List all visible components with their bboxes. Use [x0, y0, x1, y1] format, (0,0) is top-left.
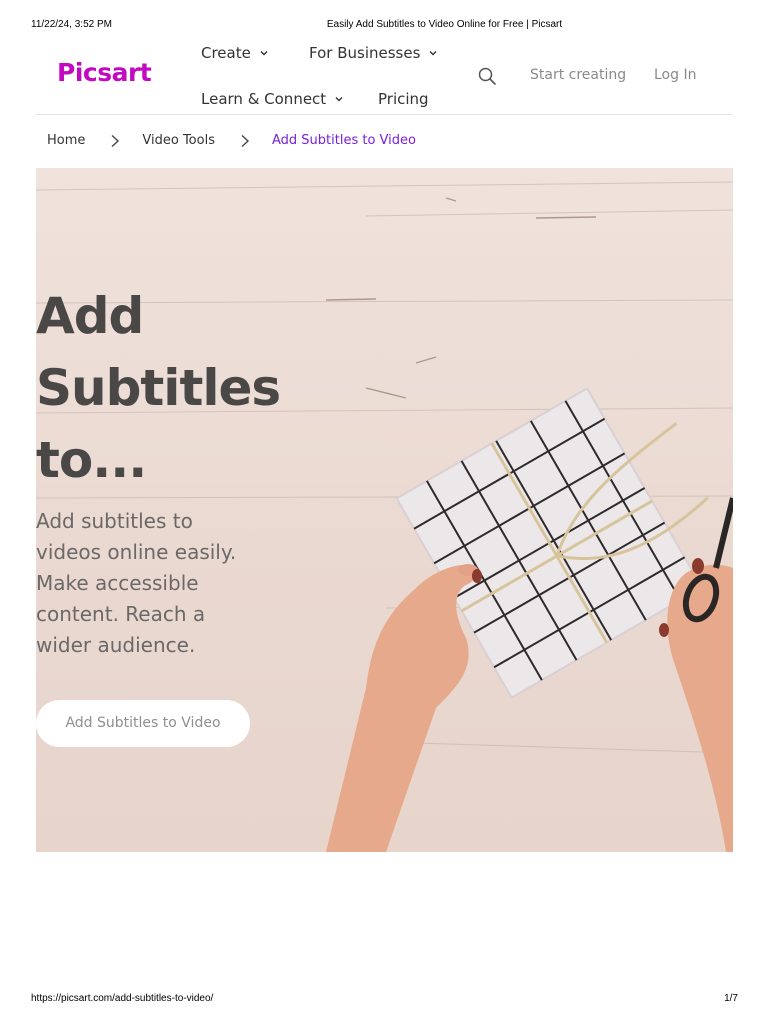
breadcrumb-video-tools[interactable]: Video Tools — [142, 133, 215, 148]
chevron-down-icon — [260, 51, 268, 56]
nav-learn-connect-label: Learn & Connect — [201, 90, 327, 108]
chevron-right-icon — [241, 134, 250, 147]
login-link[interactable]: Log In — [654, 67, 696, 83]
nav-learn-connect[interactable]: Learn & Connect — [201, 90, 344, 108]
picsart-logo[interactable]: Picsart — [57, 58, 152, 87]
print-page-number: 1/7 — [724, 993, 738, 1004]
add-subtitles-button[interactable]: Add Subtitles to Video — [36, 700, 250, 747]
hero-description-line: videos online easily. — [36, 540, 237, 564]
print-url: https://picsart.com/add-subtitles-to-vid… — [31, 993, 214, 1004]
chevron-down-icon — [429, 51, 437, 56]
search-icon[interactable] — [477, 66, 497, 86]
hero-description-line: Add subtitles to — [36, 509, 193, 533]
hero-description-line: wider audience. — [36, 633, 196, 657]
nav-create-label: Create — [201, 44, 251, 62]
nav-create[interactable]: Create — [201, 44, 269, 62]
breadcrumb-current: Add Subtitles to Video — [271, 133, 416, 148]
hero-title-line: Subtitles — [36, 359, 281, 417]
nav-for-businesses-label: For Businesses — [309, 44, 421, 62]
hero-banner: Add Subtitles to... Add subtitles to vid… — [36, 168, 733, 852]
nav-for-businesses[interactable]: For Businesses — [309, 44, 438, 62]
breadcrumb-home[interactable]: Home — [47, 133, 85, 148]
print-doc-title: Easily Add Subtitles to Video Online for… — [326, 19, 563, 30]
nav-pricing-label: Pricing — [378, 90, 429, 108]
nav-pricing[interactable]: Pricing — [378, 90, 429, 108]
hero-title-line: Add — [36, 287, 144, 345]
start-creating-link[interactable]: Start creating — [530, 67, 626, 83]
hero-description-line: content. Reach a — [36, 602, 206, 626]
print-header: 11/22/24, 3:52 PM Easily Add Subtitles t… — [31, 19, 738, 33]
breadcrumb: Home Video Tools Add Subtitles to Video — [47, 133, 416, 148]
hero-title-line: to... — [36, 431, 147, 489]
hero-description: Add subtitles to videos online easily. M… — [36, 506, 276, 661]
nav-divider — [36, 114, 732, 115]
chevron-down-icon — [335, 97, 343, 102]
hero-title: Add Subtitles to... — [36, 280, 336, 496]
chevron-right-icon — [111, 134, 120, 147]
hero-description-line: Make accessible — [36, 571, 199, 595]
